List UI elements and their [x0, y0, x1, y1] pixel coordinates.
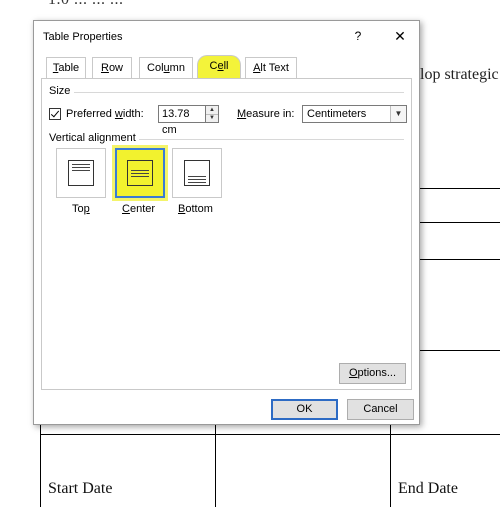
vertical-alignment-separator [139, 139, 404, 140]
table-cell-end-date: End Date [398, 480, 458, 497]
table-line [390, 425, 391, 507]
dialog-title: Table Properties [43, 31, 123, 43]
measure-in-value: Centimeters [307, 108, 367, 120]
width-spinner: ▲ ▼ [206, 105, 219, 123]
tab-table[interactable]: Table [46, 57, 86, 78]
tab-row[interactable]: Row [92, 57, 132, 78]
align-top-option[interactable] [56, 148, 106, 198]
vertical-alignment-section-label: Vertical alignment [49, 132, 136, 144]
table-properties-dialog: Table Properties ? ✕ Table Row Column Ce… [33, 20, 420, 425]
align-top-label: Top [72, 203, 90, 215]
close-icon: ✕ [394, 28, 406, 44]
help-button[interactable]: ? [346, 26, 370, 46]
table-line [420, 222, 500, 223]
tab-strip: Table Row Column Cell Alt Text [42, 55, 412, 79]
options-button[interactable]: Options... [339, 363, 406, 384]
preferred-width-label: Preferred width: [66, 108, 144, 120]
size-separator [74, 92, 404, 93]
align-bottom-icon [184, 160, 210, 186]
tab-alt-text[interactable]: Alt Text [245, 57, 297, 78]
table-line [420, 350, 500, 351]
align-center-icon [127, 160, 153, 186]
cell-tab-panel [41, 78, 412, 390]
preferred-width-checkbox[interactable] [49, 108, 61, 120]
spin-down-icon[interactable]: ▼ [206, 114, 218, 122]
dialog-titlebar[interactable]: Table Properties ? ✕ [34, 21, 419, 51]
table-line [420, 188, 500, 189]
measure-in-select[interactable]: Centimeters ▼ [302, 105, 407, 123]
align-top-icon [68, 160, 94, 186]
table-line [420, 259, 500, 260]
preferred-width-input[interactable]: 13.78 cm [158, 105, 206, 136]
table-line [215, 425, 216, 507]
ok-button[interactable]: OK [271, 399, 338, 420]
close-button[interactable]: ✕ [388, 26, 412, 46]
document-text-fragment: lop strategic [420, 66, 499, 83]
size-section-label: Size [49, 85, 71, 97]
align-center-option[interactable] [115, 148, 165, 198]
align-bottom-option[interactable] [172, 148, 222, 198]
table-line [40, 425, 41, 507]
align-center-label: Center [122, 203, 156, 215]
help-icon: ? [354, 29, 362, 43]
table-line [40, 434, 500, 435]
tab-column[interactable]: Column [139, 57, 193, 78]
cancel-button[interactable]: Cancel [347, 399, 414, 420]
tab-cell[interactable]: Cell [197, 55, 241, 79]
chevron-down-icon[interactable]: ▼ [390, 106, 406, 122]
document-heading-fragment: 1.0 ... ... ... [48, 0, 124, 9]
measure-in-label: Measure in: [237, 108, 295, 120]
align-bottom-label: Bottom [178, 203, 213, 215]
table-cell-start-date: Start Date [48, 480, 113, 497]
